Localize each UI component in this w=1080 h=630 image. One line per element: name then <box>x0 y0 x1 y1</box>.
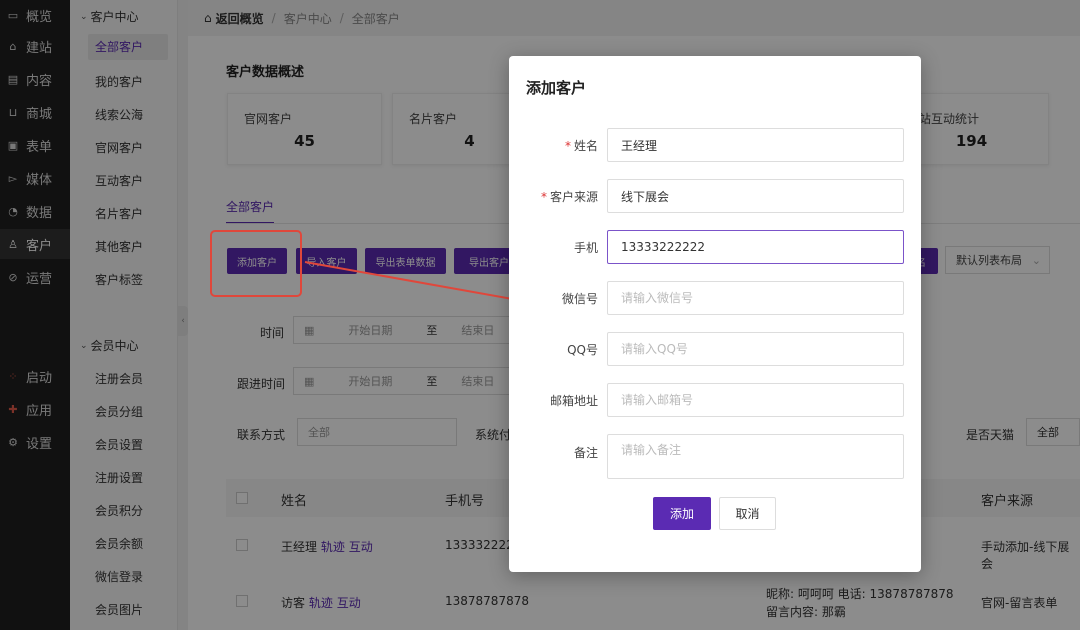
required-mark: * <box>540 190 547 204</box>
submit-add-button[interactable]: 添加 <box>653 497 711 530</box>
field-label-wechat: 微信号 <box>561 292 598 306</box>
wechat-input[interactable] <box>607 281 904 315</box>
field-label-text: 姓名 <box>573 139 598 153</box>
source-input[interactable] <box>607 179 904 213</box>
required-mark: * <box>564 139 571 153</box>
field-label-phone: 手机 <box>573 241 598 255</box>
field-label-name: * 姓名 <box>565 137 598 154</box>
name-input[interactable] <box>607 128 904 162</box>
email-input[interactable] <box>607 383 904 417</box>
field-label-text: 客户来源 <box>549 190 598 204</box>
field-label-qq: QQ号 <box>567 343 598 357</box>
phone-input[interactable] <box>607 230 904 264</box>
field-label-source: * 客户来源 <box>541 188 598 205</box>
qq-input[interactable] <box>607 332 904 366</box>
field-label-email: 邮箱地址 <box>549 394 598 408</box>
remark-textarea[interactable] <box>607 434 904 479</box>
field-label-remark: 备注 <box>573 446 598 460</box>
dialog-title: 添加客户 <box>526 79 587 97</box>
add-customer-dialog: 添加客户 *姓名 *客户来源 手机 微信号 QQ号 邮箱地址 备注 添加 取消 <box>509 56 921 572</box>
cancel-button[interactable]: 取消 <box>719 497 776 530</box>
